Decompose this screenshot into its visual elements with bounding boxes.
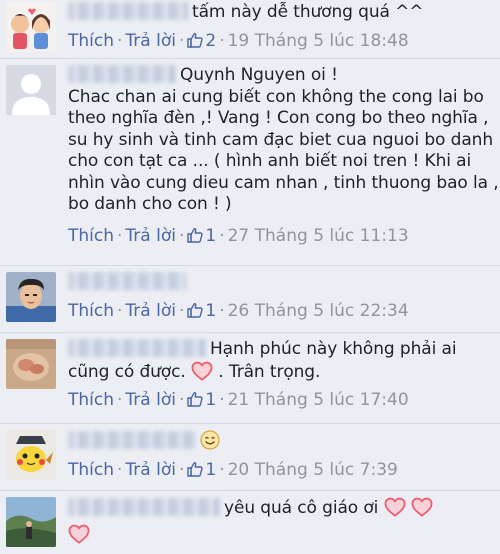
- comment-text: tấm này dễ thương quá ^^: [68, 2, 494, 24]
- comment-actions: Thích · Trả lời · 2 · 19 Tháng 5 lúc 18:48: [68, 30, 409, 51]
- comment-text-line: [68, 524, 494, 547]
- like-link[interactable]: Thích: [68, 460, 114, 480]
- reply-link[interactable]: Trả lời: [125, 390, 176, 410]
- commenter-name-blurred[interactable]: [68, 2, 188, 20]
- commenter-name-blurred[interactable]: [68, 339, 206, 357]
- commenter-name-blurred[interactable]: [68, 272, 186, 290]
- avatar[interactable]: [6, 497, 56, 547]
- comment-6: yêu quá cô giáo ơi: [0, 491, 500, 554]
- commenter-name-blurred[interactable]: [68, 431, 196, 449]
- comment-timestamp[interactable]: 27 Tháng 5 lúc 11:13: [228, 226, 409, 246]
- comment-actions: Thích · Trả lời · 1 · 20 Tháng 5 lúc 7:39: [68, 459, 398, 480]
- comment-text-line: nhìn vào cung dieu cam nhan , tinh thuon…: [68, 172, 499, 193]
- comment-text-line: cho con tạt ca ... ( hình anh biết noi t…: [68, 151, 472, 171]
- comment-text: yêu quá cô giáo ơi: [68, 497, 494, 520]
- comment-text: Quynh Nguyen oi !: [68, 65, 494, 87]
- reply-link[interactable]: Trả lời: [125, 301, 176, 321]
- like-count[interactable]: 1: [187, 301, 216, 321]
- like-thumb-icon: [187, 461, 203, 477]
- like-count[interactable]: 2: [187, 31, 216, 51]
- smile-emoji-icon: [200, 430, 220, 450]
- like-count[interactable]: 1: [187, 460, 216, 480]
- reply-link[interactable]: Trả lời: [125, 460, 176, 480]
- like-thumb-icon: [187, 227, 203, 243]
- avatar[interactable]: [6, 65, 56, 115]
- comment-2: Quynh Nguyen oi ! Chac chan ai cung biết…: [0, 59, 500, 265]
- comment-text-line: cũng có được. . Trân trọng.: [68, 361, 321, 382]
- like-thumb-icon: [187, 32, 203, 48]
- comment-text-line: theo nghĩa đèn ,! Vang ! Con cong bo the…: [68, 108, 489, 128]
- like-thumb-icon: [187, 302, 203, 318]
- like-link[interactable]: Thích: [68, 31, 114, 51]
- heart-emoji-icon: [384, 497, 406, 517]
- heart-emoji-icon: [191, 361, 213, 381]
- comment-timestamp[interactable]: 26 Tháng 5 lúc 22:34: [228, 301, 409, 321]
- comment-3: Thích · Trả lời · 1 · 26 Tháng 5 lúc 22:34: [0, 266, 500, 332]
- avatar[interactable]: [6, 272, 56, 322]
- comment-5: Thích · Trả lời · 1 · 20 Tháng 5 lúc 7:39: [0, 424, 500, 490]
- comment-4: Hạnh phúc này không phải ai cũng có được…: [0, 333, 500, 423]
- comment-text-line: su hy sinh và tinh cam đạc biet cua nguo…: [68, 129, 494, 150]
- comment-1: tấm này dễ thương quá ^^ Thích · Trả lời · 2…: [0, 0, 500, 58]
- comment-text: [68, 430, 494, 453]
- comment-text-line: Chac chan ai cung biết con không the con…: [68, 86, 484, 107]
- comment-timestamp[interactable]: 21 Tháng 5 lúc 17:40: [228, 390, 409, 410]
- reply-link[interactable]: Trả lời: [125, 226, 176, 246]
- comment-text: [68, 272, 494, 294]
- like-link[interactable]: Thích: [68, 226, 114, 246]
- heart-emoji-icon: [411, 497, 433, 517]
- heart-emoji-icon: [68, 524, 90, 544]
- avatar[interactable]: [6, 430, 56, 480]
- like-link[interactable]: Thích: [68, 301, 114, 321]
- like-count[interactable]: 1: [187, 226, 216, 246]
- commenter-name-blurred[interactable]: [68, 65, 176, 83]
- like-thumb-icon: [187, 391, 203, 407]
- avatar[interactable]: [6, 339, 56, 389]
- comment-timestamp[interactable]: 20 Tháng 5 lúc 7:39: [228, 460, 398, 480]
- comment-actions: Thích · Trả lời · 1 · 26 Tháng 5 lúc 22:34: [68, 300, 409, 321]
- like-link[interactable]: Thích: [68, 390, 114, 410]
- like-count[interactable]: 1: [187, 390, 216, 410]
- comment-text-line: bo danh cho con ! ): [68, 194, 232, 214]
- commenter-name-blurred[interactable]: [68, 498, 220, 516]
- comment-timestamp[interactable]: 19 Tháng 5 lúc 18:48: [228, 31, 409, 51]
- reply-link[interactable]: Trả lời: [125, 31, 176, 51]
- comment-actions: Thích · Trả lời · 1 · 21 Tháng 5 lúc 17:40: [68, 390, 409, 410]
- avatar[interactable]: [6, 2, 56, 52]
- comment-actions: Thích · Trả lời · 1 · 27 Tháng 5 lúc 11:13: [68, 225, 409, 246]
- comment-text: Hạnh phúc này không phải ai: [68, 339, 494, 361]
